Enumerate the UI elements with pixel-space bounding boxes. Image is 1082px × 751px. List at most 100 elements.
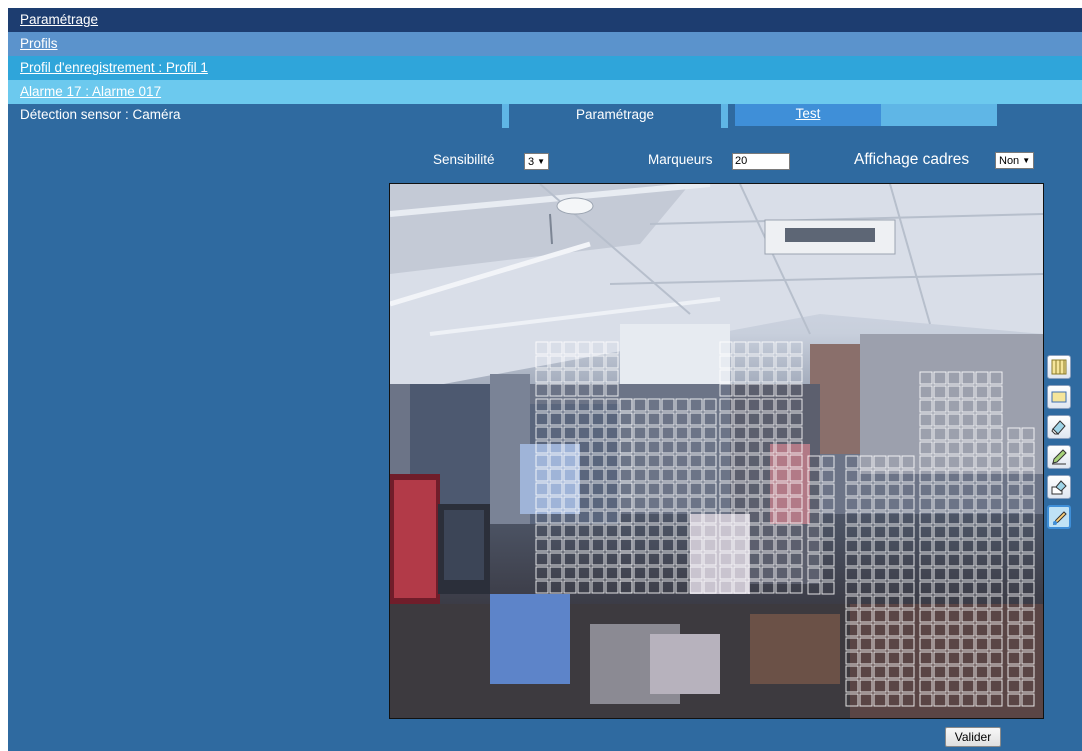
detection-cell[interactable] bbox=[633, 524, 647, 538]
detection-cell[interactable] bbox=[887, 525, 901, 539]
detection-cell[interactable] bbox=[591, 355, 605, 369]
detection-cell[interactable] bbox=[821, 539, 835, 553]
detection-cell[interactable] bbox=[887, 581, 901, 595]
detection-cell[interactable] bbox=[789, 341, 803, 355]
detection-cell[interactable] bbox=[873, 581, 887, 595]
detection-cell[interactable] bbox=[647, 538, 661, 552]
detection-cell[interactable] bbox=[577, 580, 591, 594]
detection-cell[interactable] bbox=[577, 538, 591, 552]
detection-cell[interactable] bbox=[933, 567, 947, 581]
detection-cell[interactable] bbox=[605, 524, 619, 538]
detection-cell[interactable] bbox=[605, 538, 619, 552]
detection-cell[interactable] bbox=[947, 567, 961, 581]
detection-cell[interactable] bbox=[845, 553, 859, 567]
detection-cell[interactable] bbox=[647, 566, 661, 580]
detection-cell[interactable] bbox=[1021, 567, 1035, 581]
detection-cell[interactable] bbox=[961, 581, 975, 595]
detection-cell[interactable] bbox=[605, 580, 619, 594]
marqueurs-input[interactable]: 20 bbox=[732, 153, 790, 170]
tab-parametrage[interactable]: Paramétrage bbox=[502, 104, 728, 128]
detection-cell[interactable] bbox=[563, 369, 577, 383]
detection-cell[interactable] bbox=[989, 567, 1003, 581]
eraser-fill-tool-icon[interactable] bbox=[1047, 475, 1071, 499]
detection-cell[interactable] bbox=[577, 566, 591, 580]
breadcrumb-link-parametrage[interactable]: Paramétrage bbox=[20, 12, 98, 27]
detection-cell[interactable] bbox=[845, 567, 859, 581]
detection-cell[interactable] bbox=[747, 341, 761, 355]
detection-cell[interactable] bbox=[1007, 581, 1021, 595]
detection-cell[interactable] bbox=[845, 525, 859, 539]
detection-cell[interactable] bbox=[549, 524, 563, 538]
detection-cell[interactable] bbox=[901, 581, 915, 595]
detection-cell[interactable] bbox=[989, 581, 1003, 595]
detection-cell[interactable] bbox=[633, 580, 647, 594]
detection-cell[interactable] bbox=[675, 580, 689, 594]
detection-cell[interactable] bbox=[619, 538, 633, 552]
detection-cell[interactable] bbox=[821, 581, 835, 595]
detection-cell[interactable] bbox=[591, 552, 605, 566]
detection-cell[interactable] bbox=[845, 539, 859, 553]
detection-cell[interactable] bbox=[887, 539, 901, 553]
detection-cell[interactable] bbox=[961, 567, 975, 581]
detection-cell[interactable] bbox=[873, 567, 887, 581]
detection-cell[interactable] bbox=[535, 580, 549, 594]
detection-cell[interactable] bbox=[605, 566, 619, 580]
detection-cell[interactable] bbox=[947, 581, 961, 595]
detection-cell[interactable] bbox=[675, 552, 689, 566]
detection-cell[interactable] bbox=[733, 369, 747, 383]
detection-cell[interactable] bbox=[633, 538, 647, 552]
detection-cell[interactable] bbox=[1021, 539, 1035, 553]
detection-cell[interactable] bbox=[1007, 567, 1021, 581]
detection-cell[interactable] bbox=[1021, 525, 1035, 539]
detection-cell[interactable] bbox=[901, 567, 915, 581]
detection-cell[interactable] bbox=[789, 369, 803, 383]
detection-cell[interactable] bbox=[675, 524, 689, 538]
detection-cell[interactable] bbox=[619, 566, 633, 580]
detection-cell[interactable] bbox=[535, 369, 549, 383]
detection-cell[interactable] bbox=[919, 553, 933, 567]
tab-test[interactable]: Test bbox=[735, 104, 881, 126]
detection-cell[interactable] bbox=[605, 355, 619, 369]
detection-cell[interactable] bbox=[633, 552, 647, 566]
detection-cell[interactable] bbox=[619, 524, 633, 538]
detection-cell[interactable] bbox=[975, 525, 989, 539]
detection-cell[interactable] bbox=[661, 524, 675, 538]
detection-cell[interactable] bbox=[975, 539, 989, 553]
sensibilite-select[interactable]: 3 ▼ bbox=[524, 153, 550, 170]
eraser-tool-icon[interactable] bbox=[1047, 415, 1071, 439]
detection-cell[interactable] bbox=[761, 355, 775, 369]
detection-cell[interactable] bbox=[947, 525, 961, 539]
detection-cell[interactable] bbox=[619, 552, 633, 566]
detection-cell[interactable] bbox=[933, 539, 947, 553]
detection-cell[interactable] bbox=[661, 538, 675, 552]
detection-cell[interactable] bbox=[563, 580, 577, 594]
detection-cell[interactable] bbox=[873, 539, 887, 553]
detection-cell[interactable] bbox=[647, 552, 661, 566]
detection-cell[interactable] bbox=[563, 552, 577, 566]
detection-cell[interactable] bbox=[549, 566, 563, 580]
detection-cell[interactable] bbox=[591, 538, 605, 552]
detection-cell[interactable] bbox=[577, 524, 591, 538]
breadcrumb-link-profil[interactable]: Profil d'enregistrement : Profil 1 bbox=[20, 60, 208, 75]
detection-cell[interactable] bbox=[661, 580, 675, 594]
detection-cell[interactable] bbox=[661, 552, 675, 566]
detection-cell[interactable] bbox=[961, 539, 975, 553]
detection-cell[interactable] bbox=[661, 566, 675, 580]
detection-cell[interactable] bbox=[821, 525, 835, 539]
grid-fill-tool-icon[interactable] bbox=[1047, 355, 1071, 379]
detection-cell[interactable] bbox=[989, 539, 1003, 553]
breadcrumb-link-profils[interactable]: Profils bbox=[20, 36, 58, 51]
detection-cell[interactable] bbox=[919, 539, 933, 553]
detection-cell[interactable] bbox=[761, 341, 775, 355]
detection-cell[interactable] bbox=[605, 552, 619, 566]
detection-cell[interactable] bbox=[675, 566, 689, 580]
detection-cell[interactable] bbox=[549, 369, 563, 383]
detection-cell[interactable] bbox=[821, 567, 835, 581]
detection-cell[interactable] bbox=[933, 581, 947, 595]
detection-cell[interactable] bbox=[975, 581, 989, 595]
detection-cell[interactable] bbox=[619, 552, 633, 566]
detection-cell[interactable] bbox=[845, 581, 859, 595]
detection-cell[interactable] bbox=[919, 581, 933, 595]
detection-cell[interactable] bbox=[549, 580, 563, 594]
detection-cell[interactable] bbox=[647, 524, 661, 538]
